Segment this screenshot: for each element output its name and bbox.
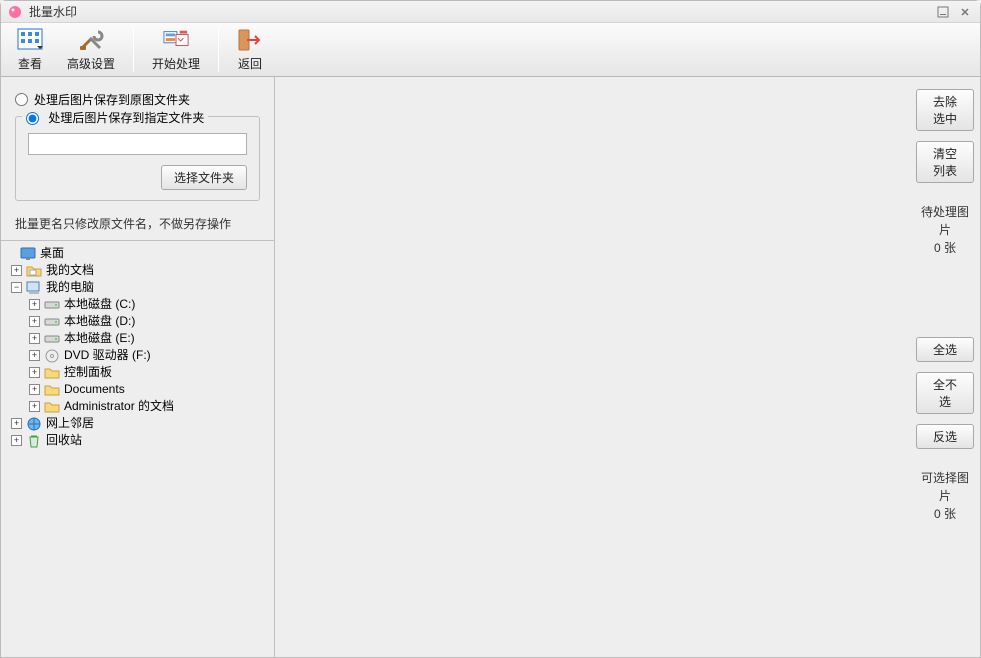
back-label: 返回 (238, 55, 262, 72)
selectable-count: 可选择图片 0 张 (916, 469, 974, 523)
expander[interactable]: − (11, 282, 22, 293)
expander-blank (5, 248, 16, 259)
expander[interactable]: + (11, 265, 22, 276)
tree-disk-d[interactable]: + 本地磁盘 (D:) (3, 313, 272, 330)
left-panel: 处理后图片保存到原图文件夹 处理后图片保存到指定文件夹 选择文件夹 批量更名只修… (1, 77, 275, 657)
tree-recycle[interactable]: + 回收站 (3, 432, 272, 449)
choose-folder-button[interactable]: 选择文件夹 (161, 165, 247, 190)
save-options: 处理后图片保存到原图文件夹 处理后图片保存到指定文件夹 选择文件夹 批量更名只修… (1, 77, 274, 241)
start-label: 开始处理 (152, 55, 200, 72)
drive-icon (44, 331, 60, 347)
right-panel: 去除选中 清空列表 待处理图片 0 张 全选 全不选 反选 可选择图片 0 张 (275, 77, 980, 657)
clear-list-button[interactable]: 清空列表 (916, 141, 974, 183)
desktop-icon (20, 246, 36, 262)
save-specified-label: 处理后图片保存到指定文件夹 (48, 111, 204, 125)
tree-disk-c[interactable]: + 本地磁盘 (C:) (3, 296, 272, 313)
save-original-label: 处理后图片保存到原图文件夹 (34, 91, 190, 108)
save-specified-radio[interactable]: 处理后图片保存到指定文件夹 (26, 111, 204, 125)
tree-label: Administrator 的文档 (64, 398, 174, 415)
save-specified-group: 处理后图片保存到指定文件夹 选择文件夹 (15, 116, 260, 201)
invert-selection-button[interactable]: 反选 (916, 424, 974, 449)
tree-label: 回收站 (46, 432, 82, 449)
drive-icon (44, 297, 60, 313)
settings-label: 高级设置 (67, 55, 115, 72)
image-canvas (275, 77, 910, 657)
tree-label: 桌面 (40, 245, 64, 262)
title-bar: 批量水印 (1, 1, 980, 23)
tree-label: 我的文档 (46, 262, 94, 279)
tree-dvd-f[interactable]: + DVD 驱动器 (F:) (3, 347, 272, 364)
tree-disk-e[interactable]: + 本地磁盘 (E:) (3, 330, 272, 347)
toolbar: 查看 高级设置 开始处理 返回 (1, 23, 980, 77)
tree-label: DVD 驱动器 (F:) (64, 347, 151, 364)
tree-label: 控制面板 (64, 364, 112, 381)
tree-label: 本地磁盘 (C:) (64, 296, 135, 313)
tree-my-computer[interactable]: − 我的电脑 (3, 279, 272, 296)
computer-icon (26, 280, 42, 296)
radio-specified[interactable] (26, 112, 39, 125)
view-label: 查看 (18, 55, 42, 72)
select-none-button[interactable]: 全不选 (916, 372, 974, 414)
exit-icon (237, 27, 263, 53)
toolbar-separator (133, 27, 134, 72)
dvd-icon (44, 348, 60, 364)
tree-label: 我的电脑 (46, 279, 94, 296)
main-area: 处理后图片保存到原图文件夹 处理后图片保存到指定文件夹 选择文件夹 批量更名只修… (1, 77, 980, 657)
expander[interactable]: + (29, 401, 40, 412)
tree-network[interactable]: + 网上邻居 (3, 415, 272, 432)
expander[interactable]: + (11, 418, 22, 429)
path-input[interactable] (28, 133, 247, 155)
tree-label: 本地磁盘 (E:) (64, 330, 135, 347)
settings-button[interactable]: 高级设置 (55, 23, 127, 76)
expander[interactable]: + (29, 299, 40, 310)
tree-my-docs[interactable]: + 我的文档 (3, 262, 272, 279)
recycle-icon (26, 433, 42, 449)
expander[interactable]: + (29, 333, 40, 344)
expander[interactable]: + (29, 316, 40, 327)
folder-icon (44, 382, 60, 398)
tools-icon (78, 27, 104, 53)
action-sidebar: 去除选中 清空列表 待处理图片 0 张 全选 全不选 反选 可选择图片 0 张 (910, 77, 980, 657)
folder-docs-icon (26, 263, 42, 279)
folder-icon (44, 399, 60, 415)
rename-note: 批量更名只修改原文件名，不做另存操作 (15, 215, 260, 232)
pending-count: 待处理图片 0 张 (916, 203, 974, 257)
select-all-button[interactable]: 全选 (916, 337, 974, 362)
tree-control-panel[interactable]: + 控制面板 (3, 364, 272, 381)
tree-label: 本地磁盘 (D:) (64, 313, 135, 330)
tree-admin-docs[interactable]: + Administrator 的文档 (3, 398, 272, 415)
close-button[interactable] (956, 5, 974, 19)
folder-icon (44, 365, 60, 381)
expander[interactable]: + (29, 384, 40, 395)
tree-label: Documents (64, 381, 125, 398)
start-button[interactable]: 开始处理 (140, 23, 212, 76)
tree-documents[interactable]: + Documents (3, 381, 272, 398)
expander[interactable]: + (29, 350, 40, 361)
folder-tree[interactable]: 桌面 + 我的文档 − 我的电脑 + 本地磁盘 (C:) + 本地磁盘 (D:) (1, 241, 274, 657)
back-button[interactable]: 返回 (225, 23, 275, 76)
drive-icon (44, 314, 60, 330)
remove-selected-button[interactable]: 去除选中 (916, 89, 974, 131)
window-title: 批量水印 (29, 3, 930, 20)
toolbar-separator (218, 27, 219, 72)
process-icon (163, 27, 189, 53)
network-icon (26, 416, 42, 432)
minimize-button[interactable] (934, 5, 952, 19)
grid-icon (17, 27, 43, 53)
expander[interactable]: + (11, 435, 22, 446)
tree-desktop[interactable]: 桌面 (3, 245, 272, 262)
app-icon (7, 4, 23, 20)
expander[interactable]: + (29, 367, 40, 378)
radio-original[interactable] (15, 93, 28, 106)
tree-label: 网上邻居 (46, 415, 94, 432)
save-original-radio[interactable]: 处理后图片保存到原图文件夹 (15, 91, 260, 108)
view-button[interactable]: 查看 (5, 23, 55, 76)
